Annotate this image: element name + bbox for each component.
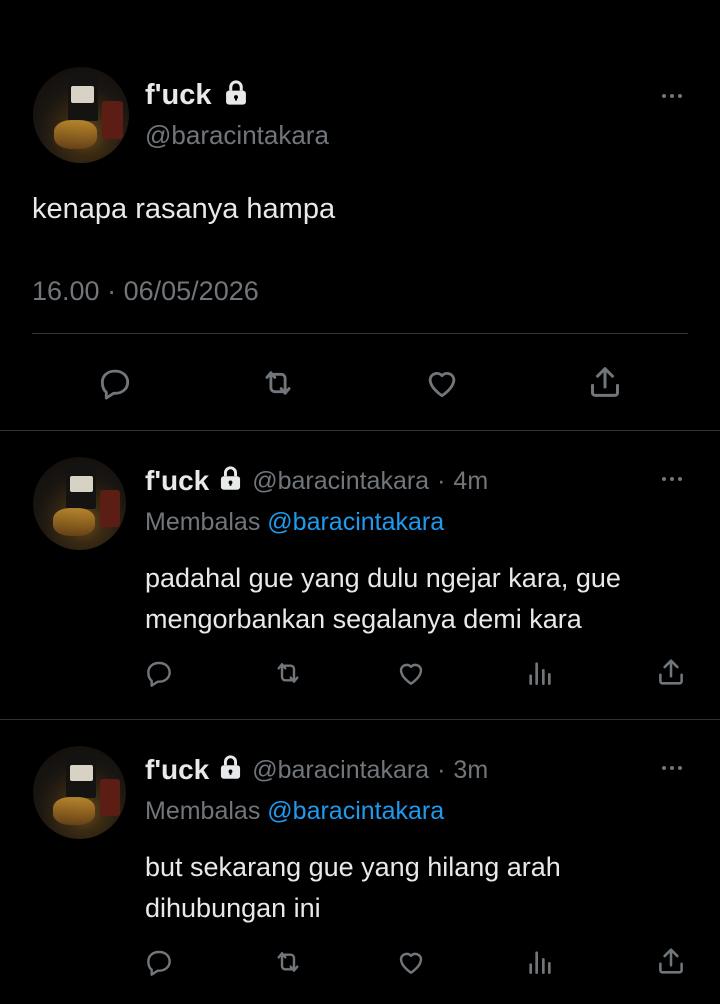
handle[interactable]: @baracintakara: [252, 756, 429, 785]
retweet-icon[interactable]: [271, 657, 305, 689]
separator-dot: ·: [107, 276, 117, 306]
timestamp: 16.00 · 06/05/2026: [32, 276, 259, 307]
separator-dot: ·: [437, 466, 446, 495]
lock-icon: [217, 754, 244, 786]
reply-text: but sekarang gue yang hilang arah dihubu…: [145, 847, 561, 929]
date: 06/05/2026: [123, 276, 259, 306]
replying-to-link[interactable]: @baracintakara: [267, 508, 444, 536]
more-icon[interactable]: [662, 766, 682, 770]
reply-text: padahal gue yang dulu ngejar kara, gue m…: [145, 558, 621, 640]
retweet-icon[interactable]: [271, 946, 305, 978]
lock-icon: [222, 79, 250, 112]
replying-to-link[interactable]: @baracintakara: [267, 797, 444, 825]
views-icon[interactable]: [524, 946, 556, 978]
reply-text-line: padahal gue yang dulu ngejar kara, gue: [145, 563, 621, 593]
views-icon[interactable]: [524, 657, 556, 689]
like-icon[interactable]: [394, 946, 428, 978]
handle[interactable]: @baracintakara: [252, 467, 429, 496]
divider: [32, 333, 688, 334]
like-icon[interactable]: [422, 364, 462, 402]
replying-label: Membalas: [145, 508, 261, 536]
display-name[interactable]: f'uck: [145, 465, 209, 497]
share-icon[interactable]: [654, 655, 688, 689]
reply-age: 4m: [453, 466, 489, 495]
more-icon[interactable]: [662, 477, 682, 481]
share-icon[interactable]: [654, 944, 688, 978]
share-icon[interactable]: [585, 362, 625, 402]
display-name[interactable]: f'uck: [145, 79, 212, 112]
reply-icon[interactable]: [96, 364, 134, 402]
reply-text-line: dihubungan ini: [145, 893, 321, 923]
section-divider: [0, 719, 720, 720]
avatar[interactable]: [33, 457, 126, 550]
avatar[interactable]: [33, 67, 129, 163]
tweet-text: kenapa rasanya hampa: [32, 193, 336, 225]
lock-icon: [217, 465, 244, 497]
section-divider: [0, 430, 720, 431]
more-icon[interactable]: [662, 94, 682, 98]
separator-dot: ·: [437, 755, 446, 784]
replying-label: Membalas: [145, 797, 261, 825]
time: 16.00: [32, 276, 100, 306]
avatar[interactable]: [33, 746, 126, 839]
handle[interactable]: @baracintakara: [145, 120, 329, 151]
reply-age: 3m: [453, 755, 489, 784]
like-icon[interactable]: [394, 657, 428, 689]
reply-text-line: mengorbankan segalanya demi kara: [145, 604, 582, 634]
reply-icon[interactable]: [143, 946, 175, 978]
display-name[interactable]: f'uck: [145, 754, 209, 786]
retweet-icon[interactable]: [258, 364, 298, 402]
reply-text-line: but sekarang gue yang hilang arah: [145, 852, 561, 882]
reply-icon[interactable]: [143, 657, 175, 689]
